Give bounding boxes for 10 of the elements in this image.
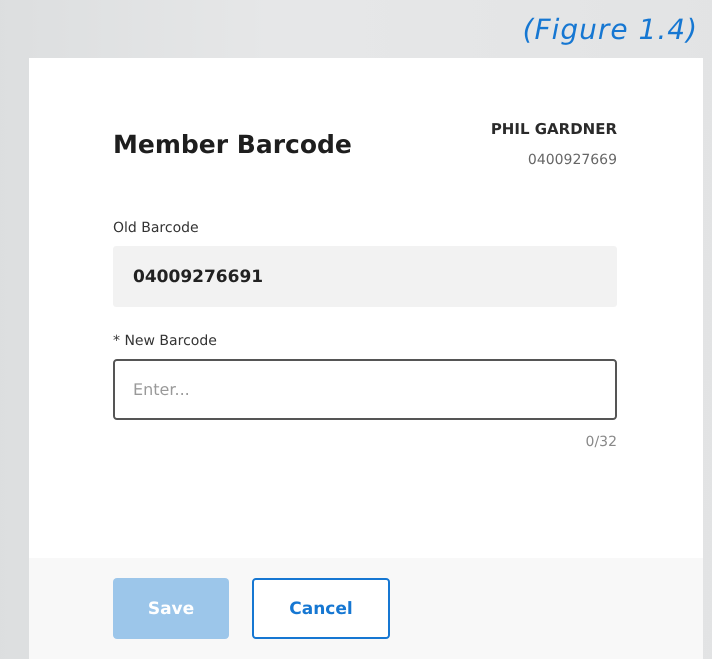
member-name: PHIL GARDNER <box>490 120 617 138</box>
field-label: Old Barcode <box>113 220 200 236</box>
readonly-field: 04009276691 <box>113 246 617 307</box>
input-field[interactable]: Enter... <box>113 359 617 420</box>
dialog-title: Member Barcode <box>113 130 352 159</box>
member-number: 0400927669 <box>528 152 617 168</box>
cancel-button[interactable]: Cancel <box>252 578 390 639</box>
field-label: * New Barcode <box>113 333 218 349</box>
figure-caption: (Figure 1.4) <box>522 12 698 46</box>
character-counter: 0/32 <box>586 434 617 450</box>
